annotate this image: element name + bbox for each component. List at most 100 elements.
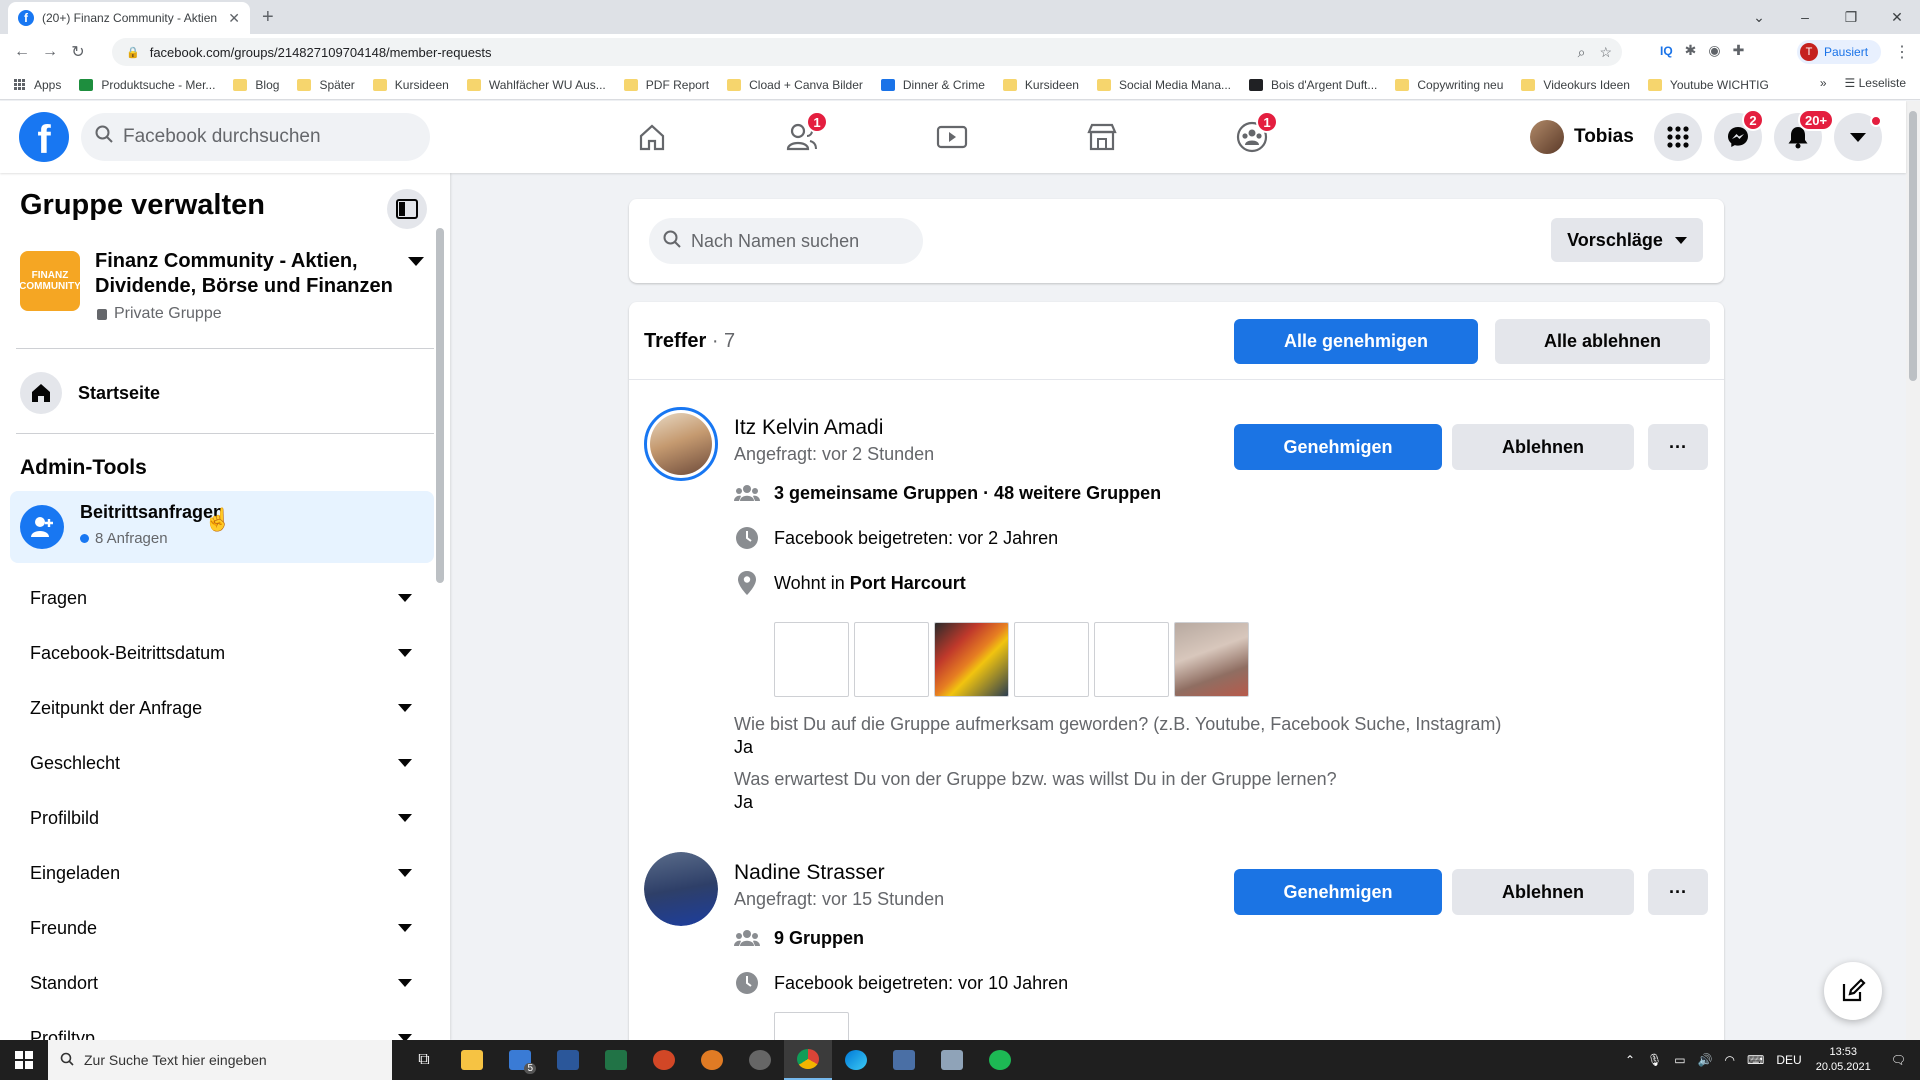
chrome-icon[interactable] xyxy=(784,1040,832,1080)
powerpoint-icon[interactable] xyxy=(640,1040,688,1080)
more-bookmarks-icon[interactable]: » xyxy=(1820,76,1827,90)
bookmark-item[interactable]: Bois d'Argent Duft... xyxy=(1249,78,1377,92)
approve-button[interactable]: Genehmigen xyxy=(1234,869,1442,915)
app-icon[interactable] xyxy=(688,1040,736,1080)
friends-nav-icon[interactable]: 1 xyxy=(782,111,828,157)
bookmark-item[interactable]: Wahlfächer WU Aus... xyxy=(466,78,606,92)
filter-dropdown[interactable]: Profilbild xyxy=(10,795,424,841)
chevron-up-icon[interactable]: ⌃ xyxy=(1625,1053,1635,1067)
battery-icon[interactable]: ▭ xyxy=(1674,1053,1685,1067)
filter-dropdown[interactable]: Profiltyp xyxy=(10,1015,424,1040)
bookmark-item[interactable]: Später xyxy=(297,78,355,92)
minimize-icon[interactable]: – xyxy=(1782,9,1828,25)
filter-dropdown[interactable]: Fragen xyxy=(10,575,424,621)
photo-thumbnail[interactable] xyxy=(854,622,929,697)
task-view-icon[interactable]: ⧉ xyxy=(400,1040,448,1080)
back-icon[interactable]: ← xyxy=(8,43,36,61)
user-profile-link[interactable]: Tobias xyxy=(1530,117,1634,157)
watch-nav-icon[interactable] xyxy=(932,117,972,157)
sort-dropdown[interactable]: Vorschläge xyxy=(1551,218,1703,262)
member-city[interactable]: Port Harcourt xyxy=(850,573,966,594)
reload-icon[interactable]: ↻ xyxy=(64,42,92,62)
edge-icon[interactable] xyxy=(832,1040,880,1080)
windows-start-icon[interactable] xyxy=(0,1040,48,1080)
sidebar-scrollbar[interactable] xyxy=(436,228,444,583)
member-search-input[interactable]: Nach Namen suchen xyxy=(649,218,923,264)
decline-button[interactable]: Ablehnen xyxy=(1452,869,1634,915)
menu-grid-button[interactable] xyxy=(1654,113,1702,161)
photo-thumbnail[interactable] xyxy=(1174,622,1249,697)
excel-icon[interactable] xyxy=(592,1040,640,1080)
bookmark-item[interactable]: PDF Report xyxy=(623,78,709,92)
wifi-icon[interactable]: ◠ xyxy=(1725,1053,1735,1067)
new-message-button[interactable] xyxy=(1824,962,1882,1020)
filter-dropdown[interactable]: Zeitpunkt der Anfrage xyxy=(10,685,424,731)
app-icon[interactable] xyxy=(880,1040,928,1080)
decline-all-button[interactable]: Alle ablehnen xyxy=(1495,319,1710,364)
member-name[interactable]: Nadine Strasser xyxy=(734,861,885,885)
filter-dropdown[interactable]: Standort xyxy=(10,960,424,1006)
bookmark-item[interactable]: Copywriting neu xyxy=(1395,78,1503,92)
zoom-icon[interactable]: ⌕ xyxy=(1578,44,1586,61)
photo-thumbnail[interactable] xyxy=(1014,622,1089,697)
more-options-button[interactable]: ··· xyxy=(1648,424,1708,470)
groups-nav-icon[interactable]: 1 xyxy=(1232,111,1278,157)
bookmark-item[interactable]: Kursideen xyxy=(1002,78,1079,92)
filter-dropdown[interactable]: Facebook-Beitrittsdatum xyxy=(10,630,424,676)
volume-icon[interactable]: 🔊 xyxy=(1698,1053,1713,1067)
bookmark-item[interactable]: Youtube WICHTIG xyxy=(1647,78,1769,92)
bookmark-item[interactable]: Apps xyxy=(14,78,61,92)
app-icon[interactable] xyxy=(928,1040,976,1080)
spotify-icon[interactable] xyxy=(976,1040,1024,1080)
keyboard-icon[interactable]: ⌨ xyxy=(1747,1053,1764,1067)
group-name[interactable]: Finanz Community - Aktien, Dividende, Bö… xyxy=(95,249,395,299)
new-tab-icon[interactable]: + xyxy=(262,6,274,29)
mail-icon[interactable]: 5 xyxy=(496,1040,544,1080)
group-thumbnail[interactable]: FINANZ COMMUNITY xyxy=(20,251,80,311)
photo-thumbnail[interactable] xyxy=(774,622,849,697)
decline-button[interactable]: Ablehnen xyxy=(1452,424,1634,470)
clock[interactable]: 13:53 20.05.2021 xyxy=(1816,1045,1871,1075)
language-indicator[interactable]: DEU xyxy=(1776,1053,1801,1067)
marketplace-nav-icon[interactable] xyxy=(1082,117,1122,157)
approve-button[interactable]: Genehmigen xyxy=(1234,424,1442,470)
messenger-button[interactable]: 2 xyxy=(1714,109,1764,161)
facebook-search-input[interactable]: Facebook durchsuchen xyxy=(81,113,430,161)
scrollbar-thumb[interactable] xyxy=(1909,111,1917,381)
bookmark-star-icon[interactable]: ☆ xyxy=(1599,44,1612,61)
account-menu-button[interactable] xyxy=(1834,113,1882,161)
word-icon[interactable] xyxy=(544,1040,592,1080)
forward-icon[interactable]: → xyxy=(36,43,64,61)
bookmark-item[interactable]: Dinner & Crime xyxy=(880,78,985,92)
puzzle-extensions-icon[interactable]: ✚ xyxy=(1733,42,1745,59)
collapse-sidebar-button[interactable] xyxy=(387,189,427,229)
member-avatar[interactable] xyxy=(644,407,718,481)
filter-dropdown[interactable]: Geschlecht xyxy=(10,740,424,786)
profile-button[interactable]: T Pausiert xyxy=(1797,40,1881,64)
page-scrollbar[interactable] xyxy=(1906,101,1920,1040)
photo-thumbnail[interactable] xyxy=(1094,622,1169,697)
photo-thumbnail[interactable] xyxy=(934,622,1009,697)
facebook-logo-icon[interactable]: f xyxy=(19,112,69,162)
microphone-icon[interactable]: 🎙 xyxy=(1647,1053,1662,1067)
browser-menu-icon[interactable]: ⋮ xyxy=(1894,42,1910,62)
browser-tab[interactable]: f (20+) Finanz Community - Aktien ✕ xyxy=(8,2,250,34)
reading-list-button[interactable]: ☰ Leseliste xyxy=(1845,76,1906,90)
bookmark-item[interactable]: Social Media Mana... xyxy=(1096,78,1231,92)
adblock-extension-icon[interactable]: ◉ xyxy=(1708,42,1720,59)
home-nav-icon[interactable] xyxy=(632,117,672,157)
close-tab-icon[interactable]: ✕ xyxy=(228,10,240,27)
extension-icon[interactable]: ✱ xyxy=(1685,42,1697,59)
notification-center-icon[interactable]: 🗨 xyxy=(1891,1053,1906,1067)
bookmark-item[interactable]: Blog xyxy=(233,78,279,92)
file-explorer-icon[interactable] xyxy=(448,1040,496,1080)
notifications-button[interactable]: 20+ xyxy=(1774,109,1835,161)
app-icon[interactable] xyxy=(736,1040,784,1080)
bookmark-item[interactable]: Cload + Canva Bilder xyxy=(727,78,863,92)
taskbar-search-input[interactable]: Zur Suche Text hier eingeben xyxy=(48,1040,392,1080)
bookmark-item[interactable]: Kursideen xyxy=(372,78,449,92)
more-options-button[interactable]: ··· xyxy=(1648,869,1708,915)
bookmark-item[interactable]: Produktsuche - Mer... xyxy=(79,78,215,92)
restore-icon[interactable]: ❐ xyxy=(1828,9,1874,26)
approve-all-button[interactable]: Alle genehmigen xyxy=(1234,319,1478,364)
